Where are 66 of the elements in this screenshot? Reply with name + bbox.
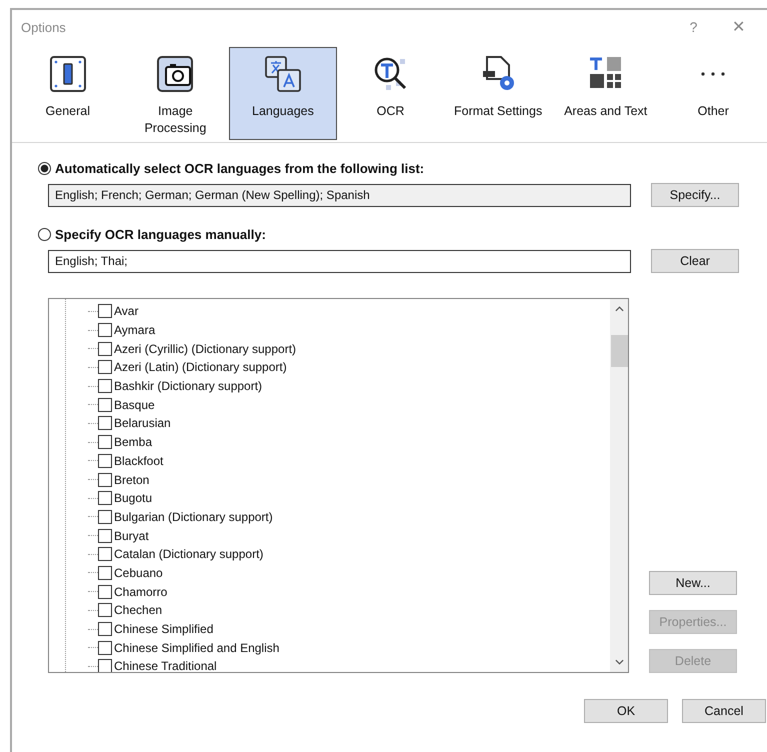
more-icon [701,72,726,76]
checkbox[interactable] [98,435,112,450]
checkbox[interactable] [98,528,112,543]
checkbox[interactable] [98,584,112,599]
language-item[interactable]: Basque [112,398,155,412]
checkbox[interactable] [98,360,112,374]
checkbox[interactable] [98,304,112,318]
action-button[interactable]: Clear [651,249,739,273]
tab[interactable]: Areas and Text [552,47,660,140]
language-item[interactable]: Cebuano [112,566,163,580]
camera-icon [156,55,194,93]
checkbox[interactable] [98,342,112,356]
language-item[interactable]: Chinese Simplified [112,622,214,636]
language-item[interactable]: Bugotu [112,491,152,506]
language-item[interactable]: Chechen [112,603,162,618]
language-item[interactable]: Azeri (Cyrillic) (Dictionary support) [112,342,296,356]
language-item[interactable]: Chinese Simplified and English [112,640,280,655]
languages-field[interactable]: English; Thai; [48,250,631,272]
language-item[interactable]: Chinese Traditional [112,659,217,672]
tab[interactable]: Image Processing [122,47,230,140]
checkbox[interactable] [98,622,112,636]
language-item[interactable]: Belarusian [112,416,171,430]
checkbox[interactable] [98,472,112,487]
checkbox[interactable] [98,547,112,562]
help-button[interactable]: ? [671,19,716,35]
scrollbar-thumb[interactable] [610,335,628,367]
window-title: Options [21,20,67,34]
checkbox[interactable] [98,379,112,394]
checkbox[interactable] [98,603,112,618]
language-item[interactable]: Blackfoot [112,454,164,468]
language-item[interactable]: Catalan (Dictionary support) [112,547,264,562]
tab[interactable]: General [14,47,122,140]
scrollbar[interactable] [610,299,628,672]
checkbox[interactable] [98,491,112,506]
checkbox[interactable] [98,640,112,655]
radio-option[interactable]: Specify OCR languages manually: [38,227,741,242]
tab[interactable]: Other [659,47,767,140]
checkbox[interactable] [98,398,112,412]
scroll-up-icon[interactable] [614,306,624,312]
tab[interactable]: OCR [336,47,444,140]
checkbox[interactable] [98,659,112,672]
checkbox[interactable] [98,454,112,468]
language-item[interactable]: Breton [112,472,150,487]
language-item[interactable]: Buryat [112,528,149,543]
checkbox[interactable] [98,323,112,338]
tab[interactable]: Languages [229,47,337,140]
radio-option[interactable]: Automatically select OCR languages from the following list: [38,161,741,176]
action-button[interactable]: New... [649,571,737,595]
language-item[interactable]: Azeri (Latin) (Dictionary support) [112,360,287,374]
language-item[interactable]: Bashkir (Dictionary support) [112,379,262,394]
action-button[interactable]: Specify... [651,183,739,207]
checkbox[interactable] [98,566,112,580]
language-item[interactable]: Bemba [112,435,152,450]
dialog-button[interactable]: OK [584,699,668,723]
panel-icon [48,55,87,93]
tab[interactable]: Format Settings [444,47,552,140]
language-item[interactable]: Aymara [112,323,156,338]
language-item[interactable]: Bulgarian (Dictionary support) [112,510,273,524]
close-button[interactable]: ✕ [716,17,761,37]
scroll-down-icon[interactable] [614,659,624,665]
checkbox[interactable] [98,510,112,524]
translate-icon [264,55,302,93]
dialog-button[interactable]: Cancel [682,699,766,723]
checkbox[interactable] [98,416,112,430]
language-item[interactable]: Chamorro [112,584,168,599]
language-item[interactable]: Avar [112,304,138,318]
